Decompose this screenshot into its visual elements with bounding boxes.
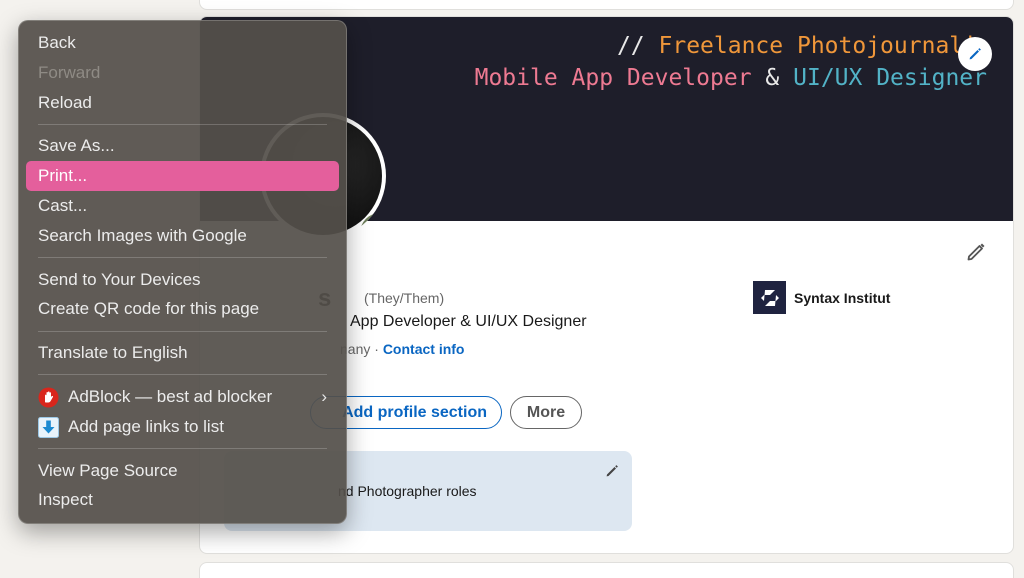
banner-line-2: Mobile App Developer & UI/UX Designer [475,65,987,91]
company-logo-icon [753,281,786,314]
pencil-icon [606,465,618,477]
menu-item-back[interactable]: Back [26,28,339,58]
previous-card [199,0,1014,10]
banner-line-1: // Freelance Photojournali [617,33,977,59]
menu-item-create-qr[interactable]: Create QR code for this page [26,294,339,324]
context-menu: Back Forward Reload Save As... Print... … [18,20,347,524]
menu-item-adblock[interactable]: AdBlock — best ad blocker › [26,382,339,412]
more-button[interactable]: More [510,396,582,429]
banner-comment-slashes: // [616,33,645,59]
banner-developer-text: Mobile App Developer [474,65,752,91]
contact-info-link[interactable]: Contact info [383,341,465,357]
banner-designer-text: UI/UX Designer [793,65,987,91]
menu-item-reload[interactable]: Reload [26,88,339,118]
menu-item-forward: Forward [38,62,101,82]
adblock-label: AdBlock — best ad blocker [68,386,273,406]
next-card [199,562,1014,578]
profile-pronouns: (They/Them) [364,290,445,306]
menu-item-print[interactable]: Print... [26,161,339,191]
menu-item-translate[interactable]: Translate to English [26,338,339,368]
menu-item-view-source[interactable]: View Page Source [26,456,339,486]
chevron-right-icon: › [321,386,327,406]
menu-item-search-images[interactable]: Search Images with Google [26,221,339,251]
menu-separator [38,330,327,332]
edit-intro-button[interactable] [965,241,987,268]
download-arrow-icon [38,416,59,438]
banner-ampersand: & [765,65,780,91]
company-name: Syntax Institut [794,289,891,306]
menu-item-add-page-links[interactable]: Add page links to list [26,412,339,442]
menu-separator [38,123,327,125]
menu-item-send-to-devices[interactable]: Send to Your Devices [26,265,339,295]
pencil-icon [967,243,985,261]
banner-freelance-text: Freelance Photojournali [658,33,978,59]
adblock-hand-icon [38,387,59,408]
profile-location: nany · Contact info [340,341,464,357]
menu-item-inspect[interactable]: Inspect [26,485,339,515]
syntax-logo-icon [760,289,779,306]
edit-banner-button[interactable] [958,37,992,71]
add-page-links-label: Add page links to list [68,416,224,436]
menu-item-save-as[interactable]: Save As... [26,131,339,161]
menu-separator [38,257,327,259]
edit-open-to-button[interactable] [604,463,620,484]
menu-separator [38,374,327,376]
menu-separator [38,448,327,450]
pencil-icon [969,48,981,60]
company-entry[interactable]: Syntax Institut [753,281,890,314]
menu-item-cast[interactable]: Cast... [26,191,339,221]
open-to-work-text: nd Photographer roles [338,483,477,499]
profile-headline: App Developer & UI/UX Designer [350,313,587,330]
